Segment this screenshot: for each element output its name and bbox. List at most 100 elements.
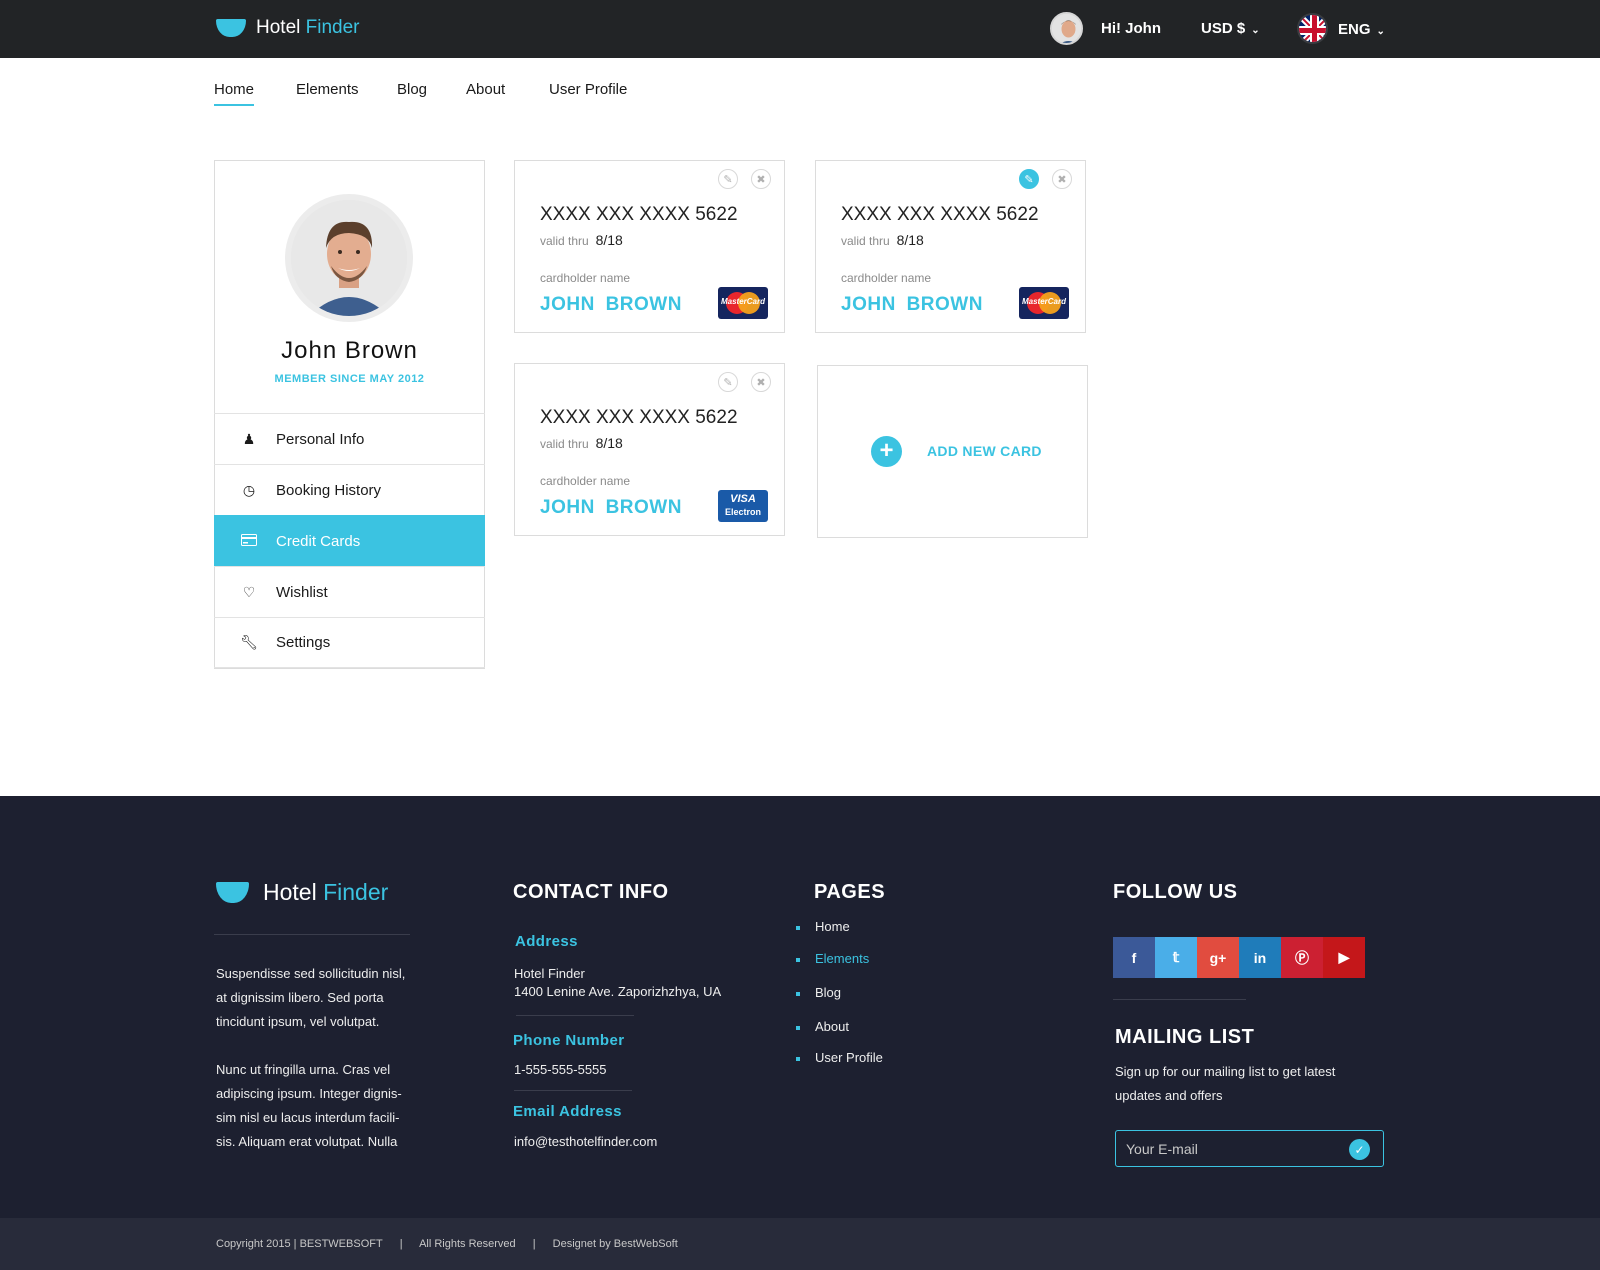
logo-text-hotel: Hotel (256, 17, 301, 38)
visa-electron-logo: VISA Electron (718, 490, 768, 522)
divider (214, 934, 410, 935)
add-new-card-label: ADD NEW CARD (927, 443, 1042, 459)
currency-label: USD $ (1201, 20, 1246, 37)
user-icon: ♟ (242, 430, 256, 447)
email-address[interactable]: info@testhotelfinder.com (514, 1130, 657, 1154)
menu-item-settings[interactable]: 🔧︎ Settings (214, 617, 485, 668)
menu-item-label: Personal Info (276, 430, 365, 448)
menu-item-label: Settings (276, 634, 331, 651)
nav-blog[interactable]: Blog (397, 81, 427, 98)
pinterest-icon[interactable]: Ⓟ (1281, 937, 1323, 978)
menu-item-wishlist[interactable]: ♡ Wishlist (214, 566, 485, 617)
card-valid: valid thru 8/18 (540, 232, 623, 248)
logo-icon (216, 882, 249, 903)
separator: | (532, 1238, 536, 1250)
logo-text-finder: Finder (323, 879, 389, 905)
menu-item-credit-cards[interactable]: Credit Cards (214, 515, 485, 566)
rights-text: All Rights Reserved (419, 1238, 516, 1250)
footer-link-elements[interactable]: Elements (795, 951, 869, 966)
edit-icon[interactable]: ✎ (718, 169, 738, 189)
uk-flag-icon[interactable] (1297, 13, 1328, 44)
copyright: Copyright 2015 | BESTWEBSOFT | All Right… (216, 1238, 692, 1250)
twitter-icon[interactable]: 𝕥 (1155, 937, 1197, 978)
footer-logo[interactable]: Hotel Finder (216, 879, 388, 906)
linkedin-icon[interactable]: in (1239, 937, 1281, 978)
cardholder-name: JOHN BROWN (540, 497, 682, 518)
edit-icon[interactable]: ✎ (718, 372, 738, 392)
footer-link-about[interactable]: About (796, 1019, 849, 1034)
currency-selector[interactable]: USD $ ⌄ (1201, 20, 1260, 37)
designer-text[interactable]: Designet by BestWebSoft (553, 1238, 678, 1250)
footer-link-home[interactable]: Home (796, 919, 850, 934)
phone-number: 1-555-555-5555 (514, 1062, 607, 1077)
pages-title: PAGES (814, 881, 886, 903)
add-new-card-button[interactable]: + ADD NEW CARD (817, 365, 1088, 538)
facebook-icon[interactable]: f (1113, 937, 1155, 978)
brand-label: MasterCard (1021, 297, 1066, 306)
mastercard-logo: MasterCard (1019, 287, 1069, 319)
address-label: Address (515, 933, 578, 950)
brand-label: MasterCard (720, 297, 765, 306)
nav-about[interactable]: About (466, 81, 505, 98)
mailing-list-form: ✓ (1115, 1130, 1384, 1167)
close-icon[interactable]: ✖ (1052, 169, 1072, 189)
divider (1113, 999, 1246, 1000)
menu-item-label: Wishlist (276, 583, 328, 601)
plus-icon: + (871, 436, 902, 467)
social-links: f 𝕥 g+ in Ⓟ ▶ (1113, 937, 1365, 978)
chevron-down-icon: ⌄ (1251, 25, 1260, 36)
divider (516, 1015, 634, 1016)
contact-info-title: CONTACT INFO (513, 881, 669, 903)
card-valid: valid thru 8/18 (540, 435, 623, 451)
copyright-text: Copyright 2015 | BESTWEBSOFT (216, 1238, 383, 1250)
nav-user-profile[interactable]: User Profile (549, 81, 627, 98)
brand-logo[interactable]: Hotel Finder (216, 17, 360, 39)
profile-menu: ♟ Personal Info ◷ Booking History Credit… (214, 413, 485, 668)
follow-us-title: FOLLOW US (1113, 881, 1238, 903)
wrench-icon: 🔧︎ (240, 634, 258, 650)
brand-label-bottom: Electron (724, 507, 761, 517)
credit-card: ✎ ✖ XXXX XXX XXXX 5622 valid thru 8/18 c… (514, 160, 785, 333)
cardholder-label: cardholder name (540, 474, 631, 488)
logo-icon (216, 19, 246, 37)
cardholder-name: JOHN BROWN (540, 294, 682, 315)
phone-label: Phone Number (513, 1032, 625, 1049)
edit-icon[interactable]: ✎ (1019, 169, 1039, 189)
cardholder-label: cardholder name (540, 271, 631, 285)
footer-link-user-profile[interactable]: User Profile (796, 1050, 883, 1065)
user-greeting[interactable]: Hi! John (1101, 20, 1161, 37)
top-bar: Hotel Finder Hi! John USD $ ⌄ ENG ⌄ (0, 0, 1600, 58)
card-number: XXXX XXX XXXX 5622 (841, 204, 1039, 225)
profile-panel: John Brown MEMBER SINCE MAY 2012 ♟ Perso… (214, 160, 485, 669)
valid-value: 8/18 (595, 435, 623, 451)
card-number: XXXX XXX XXXX 5622 (540, 204, 738, 225)
language-selector[interactable]: ENG ⌄ (1338, 21, 1385, 38)
menu-item-booking-history[interactable]: ◷ Booking History (214, 464, 485, 515)
heart-icon: ♡ (242, 583, 256, 600)
menu-item-label: Credit Cards (276, 532, 361, 550)
about-text-2: Nunc ut fringilla urna. Cras vel adipisc… (216, 1062, 402, 1149)
clock-icon: ◷ (242, 481, 256, 498)
valid-label: valid thru (540, 234, 589, 248)
credit-card: ✎ ✖ XXXX XXX XXXX 5622 valid thru 8/18 c… (514, 363, 785, 536)
menu-item-personal-info[interactable]: ♟ Personal Info (214, 413, 485, 464)
mailing-list-text: Sign up for our mailing list to get late… (1115, 1064, 1336, 1103)
close-icon[interactable]: ✖ (751, 169, 771, 189)
check-icon[interactable]: ✓ (1349, 1139, 1370, 1160)
mastercard-logo: MasterCard (718, 287, 768, 319)
close-icon[interactable]: ✖ (751, 372, 771, 392)
google-plus-icon[interactable]: g+ (1197, 937, 1239, 978)
email-input[interactable] (1126, 1140, 1336, 1157)
nav-home[interactable]: Home (214, 81, 255, 106)
divider (514, 1090, 632, 1091)
youtube-icon[interactable]: ▶ (1323, 937, 1365, 978)
credit-card-icon (234, 533, 264, 549)
user-avatar[interactable] (1050, 12, 1083, 45)
footer-link-blog[interactable]: Blog (795, 985, 841, 1000)
email-label: Email Address (513, 1103, 622, 1120)
nav-elements[interactable]: Elements (296, 81, 359, 98)
brand-label-top: VISA (730, 493, 756, 505)
credit-card: ✎ ✖ XXXX XXX XXXX 5622 valid thru 8/18 c… (815, 160, 1086, 333)
separator: | (399, 1238, 403, 1250)
cardholder-name: JOHN BROWN (841, 294, 983, 315)
